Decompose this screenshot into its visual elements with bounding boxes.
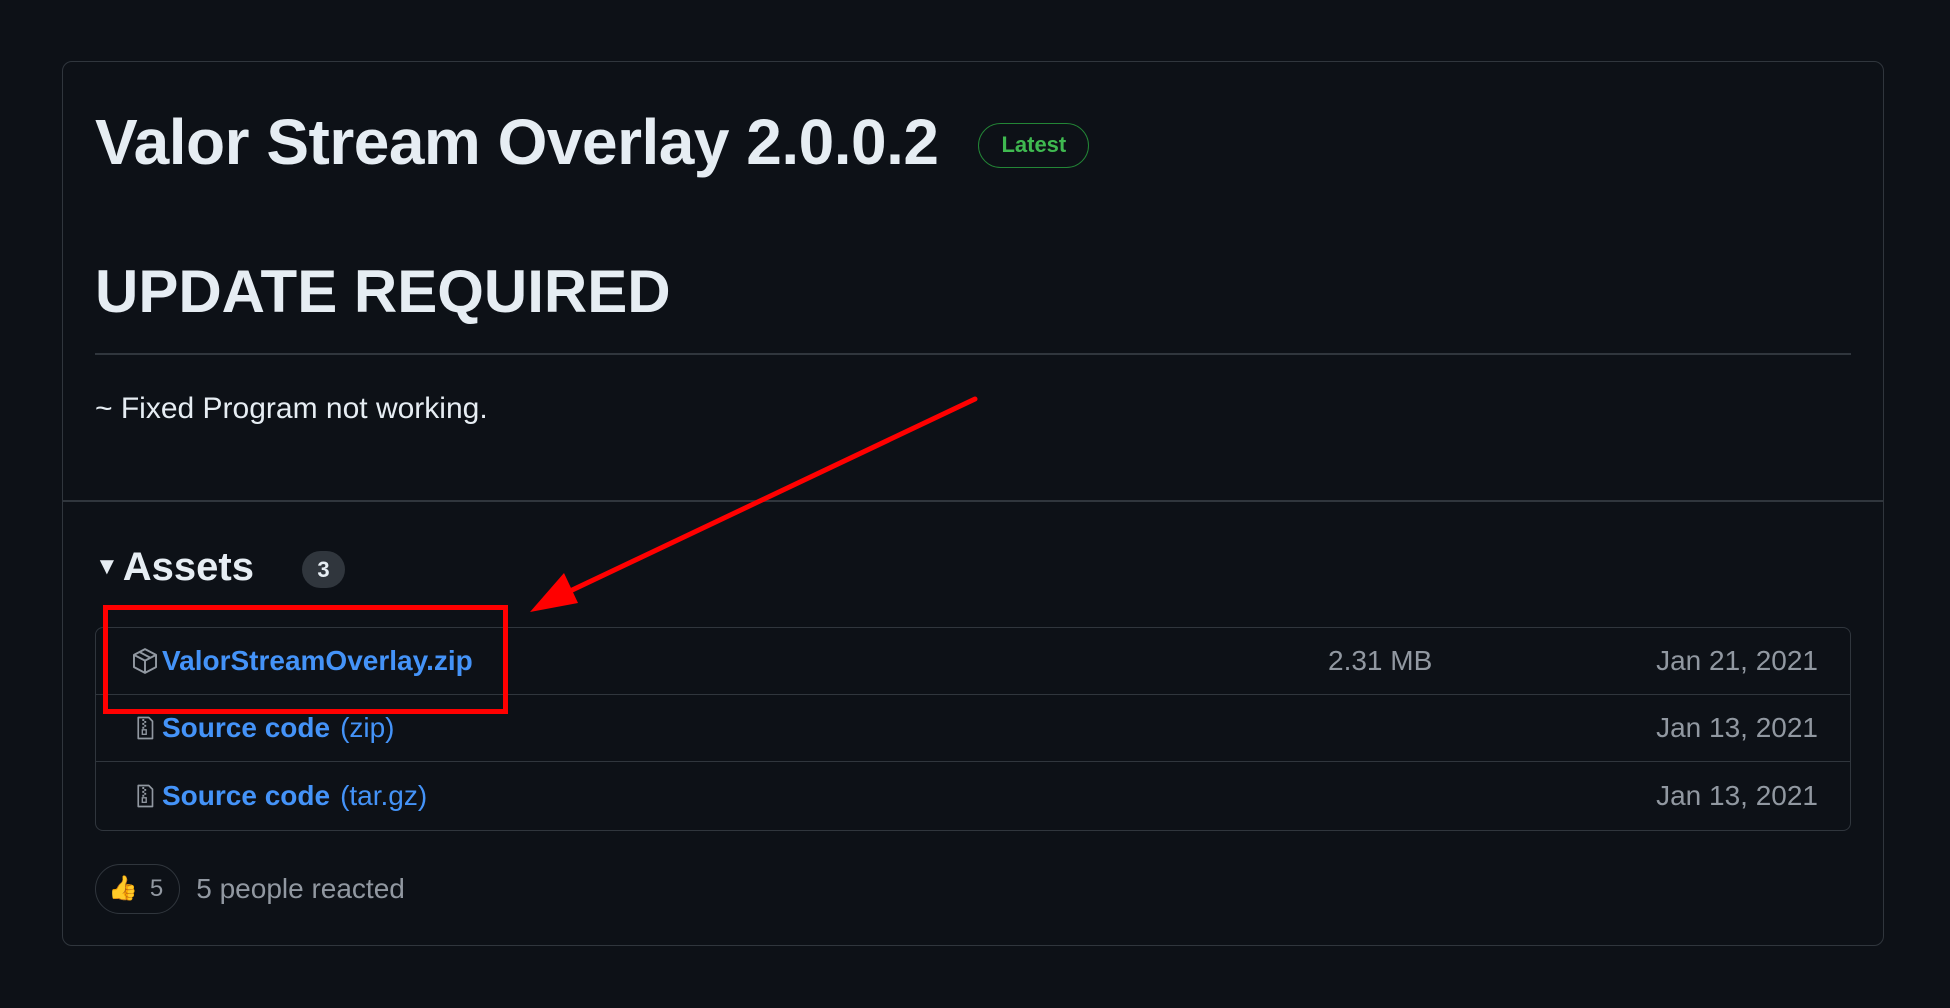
release-notes-text: ~ Fixed Program not working. xyxy=(95,392,488,425)
asset-name[interactable]: Source code xyxy=(162,781,330,810)
section-divider xyxy=(63,500,1883,502)
asset-suffix[interactable]: (zip) xyxy=(340,714,394,742)
caret-down-icon: ▼ xyxy=(95,552,119,580)
latest-badge: Latest xyxy=(978,122,1090,168)
asset-name[interactable]: Source code xyxy=(162,714,330,742)
asset-row: Source code (tar.gz) Jan 13, 2021 xyxy=(96,762,1850,829)
asset-link-source-code-targz[interactable]: Source code (tar.gz) xyxy=(162,781,427,810)
file-zip-icon xyxy=(130,780,160,812)
assets-title: Assets xyxy=(122,544,254,589)
reactions-bar: 👍 5 5 people reacted xyxy=(95,864,405,914)
reaction-count: 5 xyxy=(149,875,164,902)
assets-toggle[interactable]: ▼ Assets 3 xyxy=(95,545,345,588)
release-card: Valor Stream Overlay 2.0.0.2 Latest UPDA… xyxy=(62,61,1884,946)
reactions-summary: 5 people reacted xyxy=(196,873,405,904)
asset-date: Jan 13, 2021 xyxy=(1656,712,1818,743)
release-title[interactable]: Valor Stream Overlay 2.0.0.2 xyxy=(95,110,939,174)
asset-suffix[interactable]: (tar.gz) xyxy=(340,781,427,810)
release-header: Valor Stream Overlay 2.0.0.2 Latest xyxy=(95,110,1090,174)
heading-divider xyxy=(95,353,1851,355)
file-zip-icon xyxy=(130,712,160,744)
assets-count-badge: 3 xyxy=(301,551,345,588)
annotation-highlight-box xyxy=(103,605,508,714)
asset-size: 2.31 MB xyxy=(1328,645,1433,676)
thumbs-up-icon: 👍 xyxy=(108,875,138,902)
release-notes-heading: UPDATE REQUIRED xyxy=(95,258,671,325)
thumbs-up-reaction-button[interactable]: 👍 5 xyxy=(95,864,181,914)
asset-date: Jan 13, 2021 xyxy=(1656,779,1818,811)
asset-link-source-code-zip[interactable]: Source code (zip) xyxy=(162,714,395,742)
asset-date: Jan 21, 2021 xyxy=(1656,645,1818,676)
